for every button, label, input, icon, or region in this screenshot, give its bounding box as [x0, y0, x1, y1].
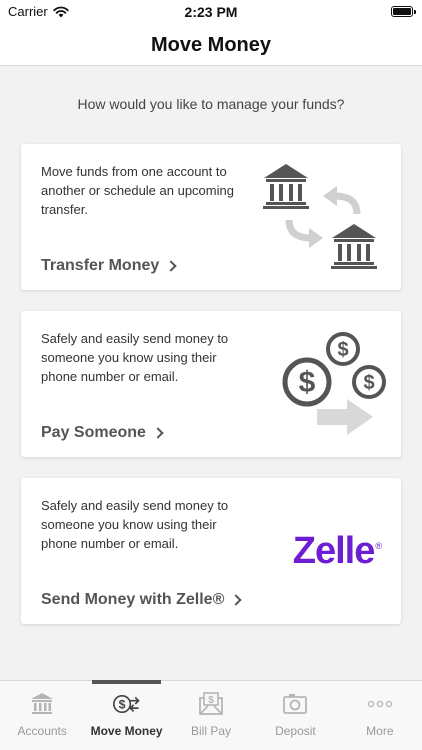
pay-someone-link[interactable]: Pay Someone	[41, 424, 164, 442]
svg-text:$: $	[118, 698, 125, 712]
transfer-money-card[interactable]: Move funds from one account to another o…	[21, 144, 401, 290]
chevron-right-icon	[152, 427, 164, 439]
status-bar: Carrier 2:23 PM	[0, 0, 422, 26]
bank-icon	[31, 693, 54, 714]
dollar-transfer-icon: $	[112, 694, 140, 714]
svg-text:$: $	[299, 366, 316, 399]
card-description: Move funds from one account to another o…	[41, 164, 234, 217]
card-action-label: Send Money with Zelle®	[41, 591, 225, 608]
zelle-logo-text: Zelle	[292, 530, 376, 572]
send-money-zelle-link[interactable]: Send Money with Zelle®	[41, 591, 243, 609]
tab-label: Accounts	[17, 724, 67, 738]
transfer-money-link[interactable]: Transfer Money	[41, 257, 177, 275]
zelle-logo: Zelle®	[292, 530, 382, 573]
tab-label: More	[366, 724, 394, 738]
navigation-bar: Move Money	[0, 26, 422, 66]
camera-icon	[283, 694, 308, 714]
tab-deposit[interactable]: Deposit	[253, 681, 337, 750]
tab-more[interactable]: More	[338, 681, 422, 750]
zelle-registered-mark: ®	[375, 541, 382, 552]
chevron-right-icon	[165, 260, 177, 272]
svg-text:$: $	[363, 372, 374, 394]
card-action-label: Transfer Money	[41, 257, 160, 274]
tab-bar: Accounts $ Move Money $ Bill Pay Deposit…	[0, 680, 422, 750]
envelope-dollar-icon: $	[199, 692, 223, 715]
tab-label: Deposit	[275, 724, 316, 738]
coins-send-icon: $ $ $	[282, 332, 386, 435]
svg-text:$: $	[208, 695, 214, 706]
tab-bill-pay[interactable]: $ Bill Pay	[169, 681, 253, 750]
card-action-label: Pay Someone	[41, 424, 146, 441]
status-time: 2:23 PM	[184, 4, 238, 20]
ellipsis-icon	[367, 700, 393, 708]
pay-someone-card[interactable]: Safely and easily send money to someone …	[21, 311, 401, 457]
card-description: Safely and easily send money to someone …	[41, 498, 229, 551]
bank-transfer-icon	[263, 164, 377, 269]
card-description: Safely and easily send money to someone …	[41, 331, 229, 384]
chevron-right-icon	[230, 594, 243, 606]
instruction-text: How would you like to manage your funds?	[77, 96, 345, 112]
svg-text:$: $	[337, 339, 348, 361]
battery-icon	[391, 6, 416, 17]
tab-label: Move Money	[90, 724, 163, 738]
zelle-card[interactable]: Safely and easily send money to someone …	[21, 478, 401, 624]
tab-label: Bill Pay	[191, 724, 232, 738]
page-title: Move Money	[150, 34, 272, 56]
tab-move-money[interactable]: $ Move Money	[84, 680, 168, 750]
tab-accounts[interactable]: Accounts	[0, 681, 84, 750]
